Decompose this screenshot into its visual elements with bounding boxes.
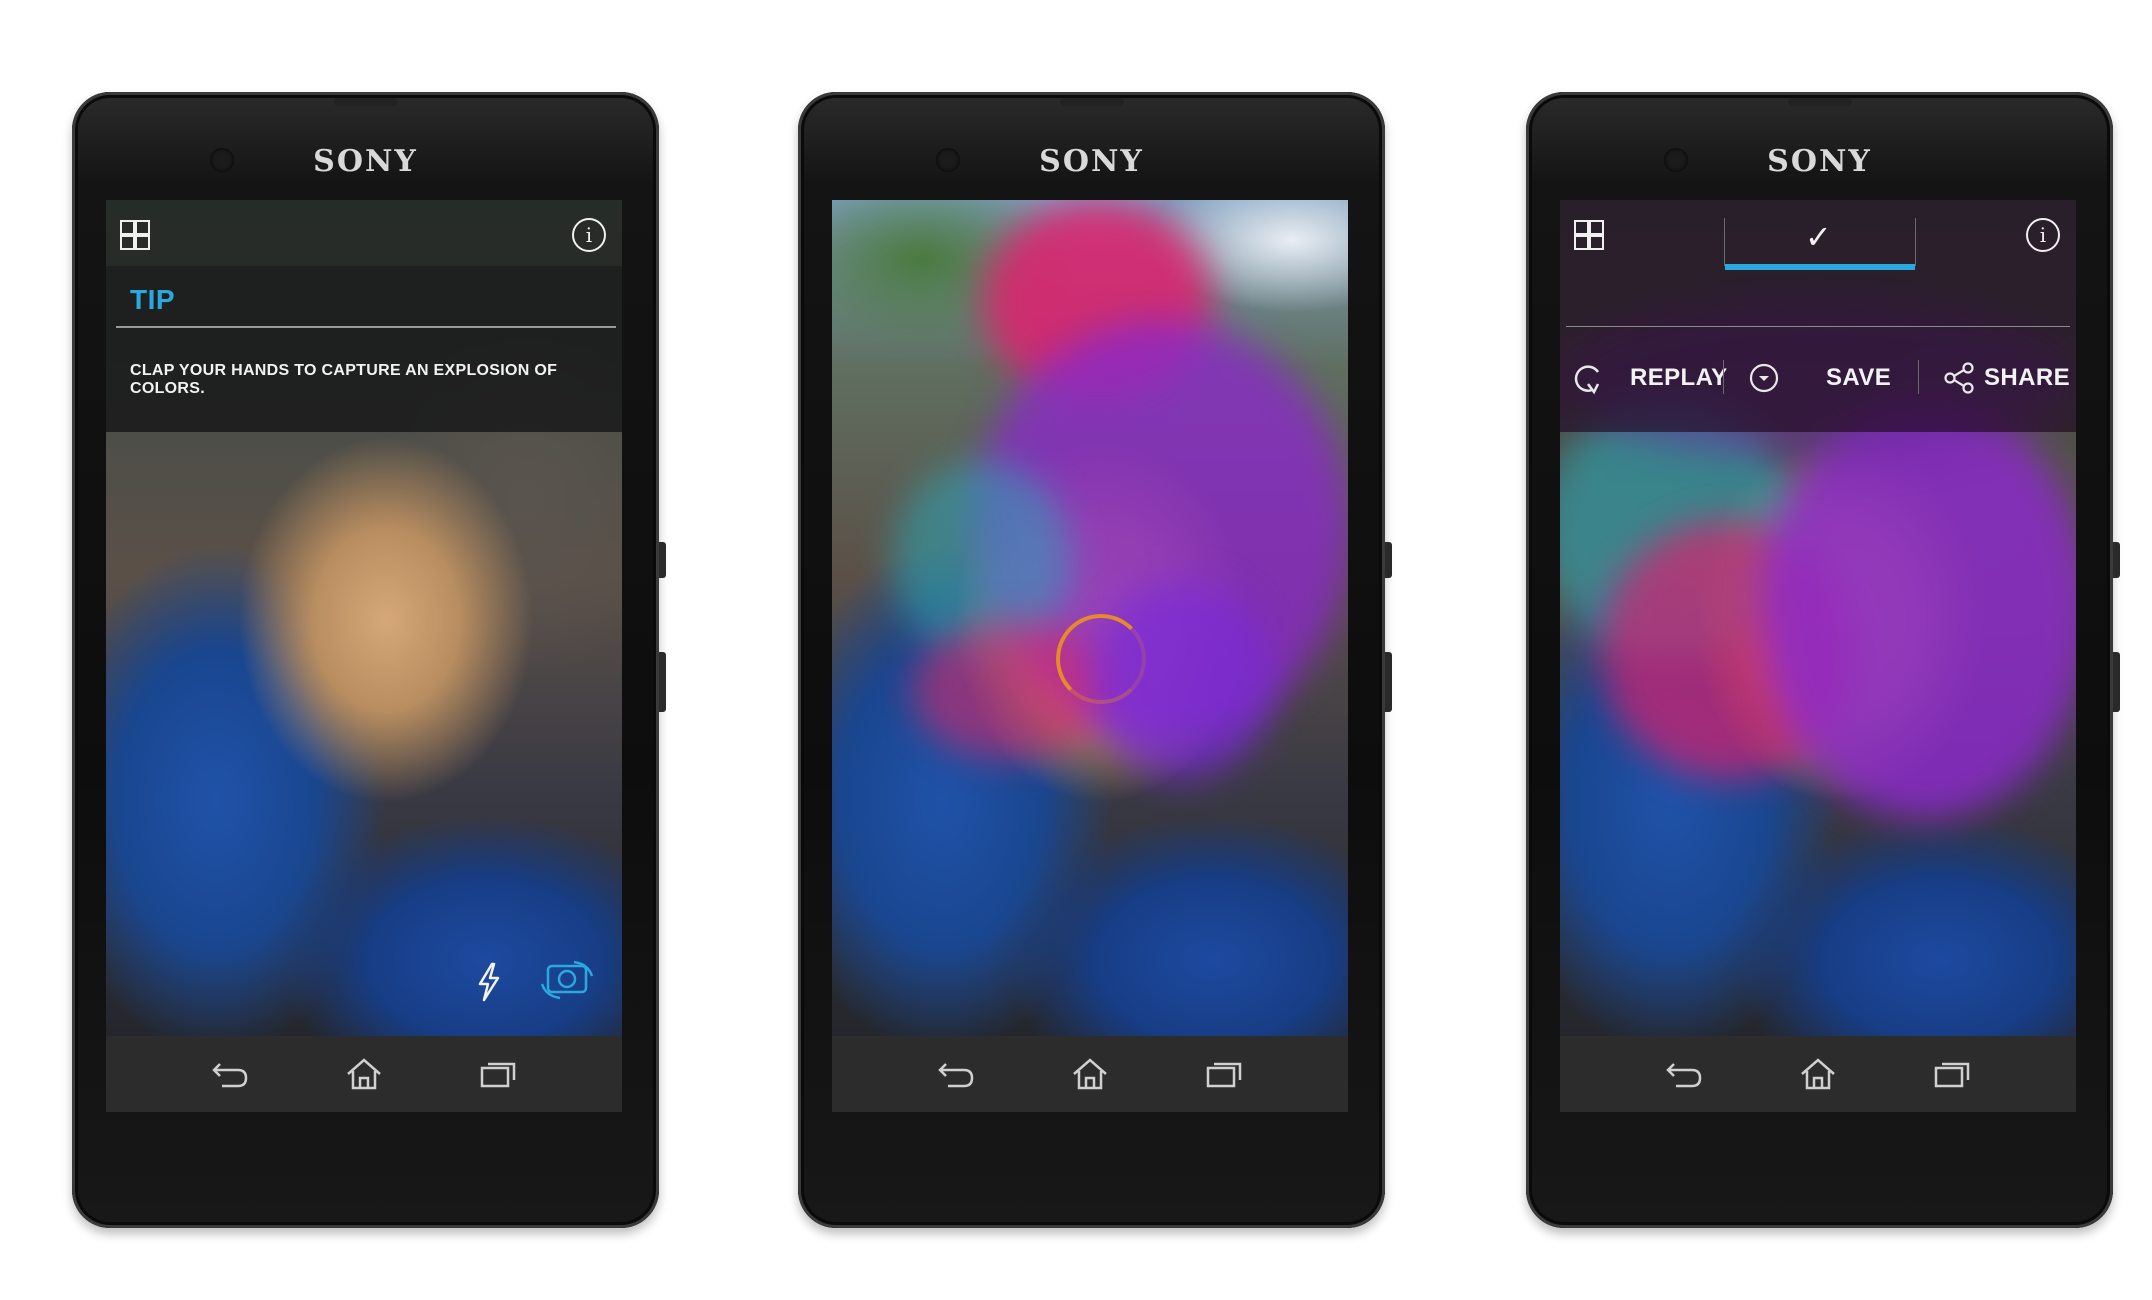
share-button[interactable]: SHARE bbox=[1984, 364, 2070, 392]
tip-panel: TIP CLAP YOUR HANDS TO CAPTURE AN EXPLOS… bbox=[106, 266, 622, 432]
divider bbox=[116, 326, 616, 328]
power-button bbox=[659, 542, 666, 578]
android-nav-bar bbox=[1560, 1036, 2076, 1112]
back-icon[interactable] bbox=[210, 1058, 250, 1090]
grid-icon[interactable] bbox=[1574, 220, 1604, 250]
back-icon[interactable] bbox=[1664, 1058, 1704, 1090]
screen: i TIP CLAP YOUR HANDS TO CAPTURE AN EXPL… bbox=[106, 200, 622, 1112]
home-icon[interactable] bbox=[1070, 1058, 1110, 1090]
separator bbox=[1918, 360, 1919, 394]
earpiece bbox=[1788, 98, 1852, 106]
brand-logo: SONY bbox=[1767, 144, 1872, 179]
screen bbox=[832, 200, 1348, 1112]
home-icon[interactable] bbox=[1798, 1058, 1838, 1090]
info-icon[interactable]: i bbox=[2026, 218, 2060, 252]
check-icon: ✓ bbox=[1805, 219, 1832, 255]
tip-title: TIP bbox=[130, 284, 176, 315]
save-icon[interactable] bbox=[1748, 362, 1779, 393]
grid-icon[interactable] bbox=[120, 220, 150, 250]
divider bbox=[1566, 326, 2070, 327]
top-bar: i bbox=[106, 200, 622, 266]
volume-button bbox=[659, 652, 666, 712]
share-icon[interactable] bbox=[1942, 362, 1974, 394]
earpiece bbox=[334, 98, 398, 106]
recent-apps-icon[interactable] bbox=[478, 1058, 518, 1090]
recent-apps-icon[interactable] bbox=[1932, 1058, 1972, 1090]
phone-result: SONY ✓ i REPLAY SAVE SHARE bbox=[1526, 92, 2120, 1228]
capture-progress-ring bbox=[1056, 614, 1146, 704]
replay-icon[interactable] bbox=[1572, 362, 1600, 395]
tab-indicator bbox=[1725, 264, 1915, 270]
save-button[interactable]: SAVE bbox=[1826, 364, 1891, 392]
phone-capturing: SONY bbox=[798, 92, 1392, 1228]
android-nav-bar bbox=[106, 1036, 622, 1112]
volume-button bbox=[2113, 652, 2120, 712]
screen: ✓ i REPLAY SAVE SHARE bbox=[1560, 200, 2076, 1112]
home-icon[interactable] bbox=[344, 1058, 384, 1090]
color-powder bbox=[1760, 400, 2076, 820]
brand-logo: SONY bbox=[313, 144, 418, 179]
recent-apps-icon[interactable] bbox=[1204, 1058, 1244, 1090]
phone-tip: SONY i TIP CLAP YOUR HANDS TO CAPTURE AN… bbox=[72, 92, 666, 1228]
flash-icon[interactable] bbox=[474, 962, 504, 1002]
separator bbox=[1723, 360, 1724, 394]
power-button bbox=[2113, 542, 2120, 578]
replay-button[interactable]: REPLAY bbox=[1630, 364, 1728, 392]
back-icon[interactable] bbox=[936, 1058, 976, 1090]
switch-camera-icon[interactable] bbox=[538, 958, 596, 1002]
brand-logo: SONY bbox=[1039, 144, 1144, 179]
android-nav-bar bbox=[832, 1036, 1348, 1112]
confirm-tab[interactable]: ✓ bbox=[1724, 218, 1916, 270]
power-button bbox=[1385, 542, 1392, 578]
volume-button bbox=[1385, 652, 1392, 712]
result-action-bar: ✓ i REPLAY SAVE SHARE bbox=[1560, 200, 2076, 432]
tip-text: CLAP YOUR HANDS TO CAPTURE AN EXPLOSION … bbox=[130, 362, 558, 397]
info-icon[interactable]: i bbox=[572, 218, 606, 252]
earpiece bbox=[1060, 98, 1124, 106]
